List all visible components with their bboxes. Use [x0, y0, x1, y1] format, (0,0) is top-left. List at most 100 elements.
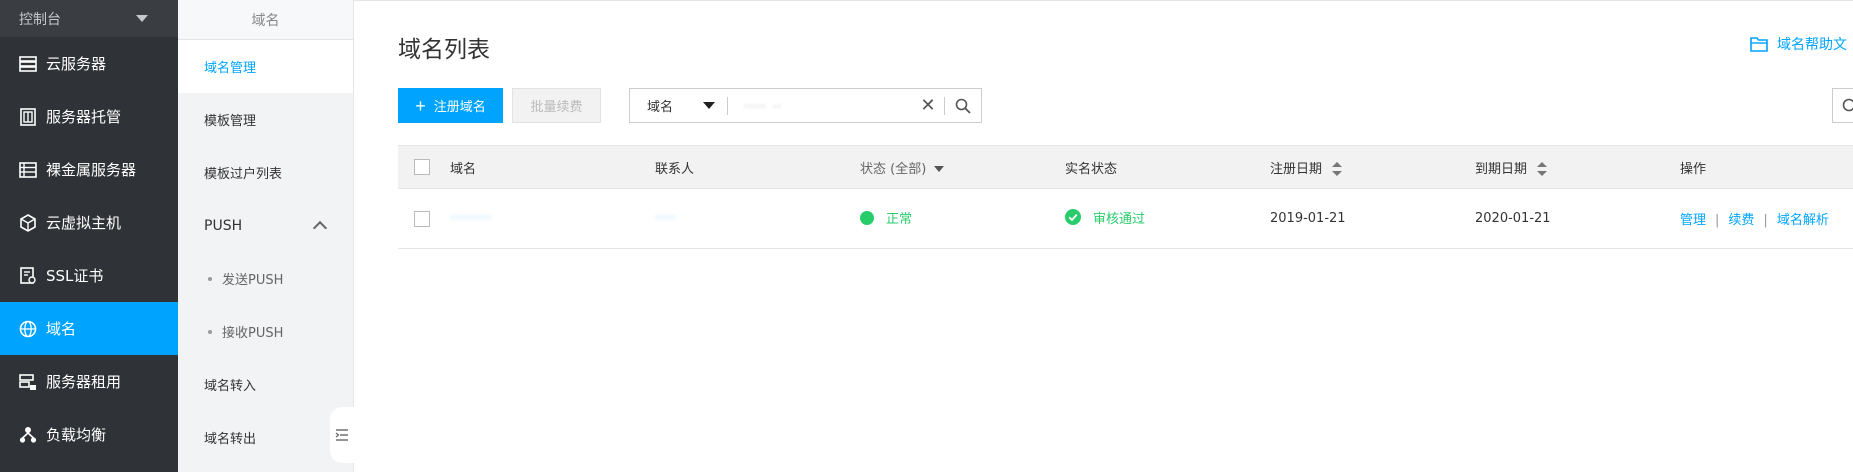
- domain-subnav: 域名 域名管理 模板管理 模板过户列表 PUSH 发送PUSH 接收PUSH 域…: [178, 0, 354, 472]
- search-field-label: 域名: [647, 100, 674, 115]
- cell-domain[interactable]: ··········: [450, 188, 655, 249]
- realname-badge: 审核通过: [1065, 208, 1145, 227]
- contact-name[interactable]: ·····: [655, 211, 676, 226]
- check-circle-icon: [1065, 209, 1081, 226]
- secondary-search-button[interactable]: [1832, 88, 1853, 123]
- subnav-title: 域名: [178, 0, 353, 40]
- cell-exp-date: 2020-01-21: [1475, 188, 1680, 249]
- search-field-select[interactable]: 域名: [630, 96, 728, 115]
- cell-reg-date: 2019-01-21: [1270, 188, 1475, 249]
- table-header-row: 域名 联系人 状态 (全部) 实名状态 注册日期 到期日期 操作: [398, 145, 1853, 189]
- search-icon: [1842, 98, 1853, 111]
- domain-table: 域名 联系人 状态 (全部) 实名状态 注册日期 到期日期 操作 ·······…: [398, 145, 1853, 249]
- status-header-label: 状态 (全部): [860, 161, 927, 177]
- register-domain-button[interactable]: + 注册域名: [398, 88, 503, 123]
- register-domain-label: 注册域名: [433, 99, 486, 114]
- domain-link[interactable]: ··········: [450, 211, 491, 226]
- manage-link[interactable]: 管理: [1680, 213, 1706, 228]
- main-content: 域名列表 域名帮助文 + 注册域名 批量续费 域名 ✕: [354, 0, 1853, 472]
- checkbox[interactable]: [414, 159, 430, 175]
- app-root: 控制台 云服务器 服务器托管 裸金属服务器 云虚拟主机 SSL证书 域名 服务器…: [0, 0, 1853, 472]
- reg-date-header-label: 注册日期: [1270, 161, 1323, 177]
- divider: |: [1715, 213, 1720, 228]
- folder-icon: [1750, 37, 1768, 52]
- subnav-item-send-push[interactable]: 发送PUSH: [178, 252, 353, 305]
- divider: |: [1763, 213, 1768, 228]
- help-link-label: 域名帮助文: [1777, 37, 1847, 53]
- toolbar: + 注册域名 批量续费 域名 ✕: [398, 88, 982, 123]
- search-input[interactable]: [727, 89, 920, 122]
- column-header-reg-date[interactable]: 注册日期: [1270, 145, 1475, 189]
- dns-link[interactable]: 域名解析: [1777, 213, 1829, 228]
- sidebar-item-label: 服务器租用: [46, 373, 122, 391]
- table-row: ·········· ····· 正常 审核通过 2019-01-21 2020…: [398, 188, 1853, 249]
- page-title: 域名列表: [398, 37, 490, 63]
- certificate-icon: [19, 266, 37, 285]
- bullet-icon: [208, 276, 212, 281]
- sidebar-item-label: 服务器托管: [46, 108, 122, 126]
- cube-icon: [19, 213, 37, 232]
- cell-contact: ·····: [655, 188, 860, 249]
- console-selector[interactable]: 控制台: [0, 0, 178, 37]
- subnav-item-receive-push[interactable]: 接收PUSH: [178, 305, 353, 358]
- subnav-group-label: PUSH: [204, 217, 243, 234]
- checkbox[interactable]: [414, 210, 430, 227]
- clear-icon[interactable]: ✕: [920, 95, 936, 116]
- sidebar-item-rental[interactable]: 服务器租用: [0, 355, 178, 408]
- chevron-up-icon: [312, 220, 328, 236]
- collapse-menu-icon: [335, 429, 348, 441]
- sidebar-item-domain[interactable]: 域名: [0, 302, 178, 355]
- domain-help-link[interactable]: 域名帮助文: [1750, 34, 1847, 54]
- hosting-icon: [19, 107, 37, 126]
- collapse-subnav-button[interactable]: [330, 407, 354, 463]
- sidebar-item-label: 裸金属服务器: [46, 161, 137, 179]
- sidebar-item-hosting[interactable]: 服务器托管: [0, 90, 178, 143]
- loadbalance-icon: [19, 426, 37, 444]
- sidebar-item-baremetal[interactable]: 裸金属服务器: [0, 143, 178, 196]
- subnav-item-template-manage[interactable]: 模板管理: [178, 93, 353, 146]
- sidebar-item-label: 负载均衡: [46, 426, 107, 444]
- cell-ops: 管理 | 续费 | 域名解析: [1680, 188, 1853, 249]
- plus-icon: +: [415, 95, 426, 116]
- subnav-item-label: 发送PUSH: [222, 273, 284, 288]
- status-badge: 正常: [860, 208, 912, 227]
- sidebar-item-virtual-host[interactable]: 云虚拟主机: [0, 196, 178, 249]
- sort-icon[interactable]: [1537, 162, 1548, 176]
- cell-realname: 审核通过: [1065, 188, 1270, 249]
- rental-icon: [19, 373, 37, 391]
- row-select[interactable]: [398, 188, 450, 249]
- subnav-item-domain-manage[interactable]: 域名管理: [178, 40, 353, 93]
- server-icon: [19, 55, 37, 73]
- sidebar-item-cloud-server[interactable]: 云服务器: [0, 37, 178, 90]
- bullet-icon: [208, 329, 212, 334]
- status-dot-icon: [860, 210, 874, 225]
- subnav-item-transfer-out[interactable]: 域名转出: [178, 411, 353, 464]
- header-select-all[interactable]: [398, 145, 450, 189]
- sidebar-item-label: 云虚拟主机: [46, 214, 122, 232]
- column-header-realname: 实名状态: [1065, 145, 1270, 189]
- chevron-down-icon: [136, 15, 148, 22]
- renew-link[interactable]: 续费: [1728, 213, 1754, 228]
- sort-icon[interactable]: [1332, 162, 1343, 176]
- sidebar-item-label: SSL证书: [46, 267, 104, 285]
- divider: [354, 0, 1853, 1]
- sidebar-item-label: 域名: [46, 320, 77, 338]
- caret-down-icon: [702, 102, 715, 109]
- column-header-status[interactable]: 状态 (全部): [860, 145, 1065, 189]
- search-button[interactable]: [953, 95, 973, 117]
- subnav-item-template-transfer[interactable]: 模板过户列表: [178, 146, 353, 199]
- batch-renew-button[interactable]: 批量续费: [512, 88, 601, 123]
- column-header-ops: 操作: [1680, 145, 1853, 189]
- sidebar-item-loadbalance[interactable]: 负载均衡: [0, 408, 178, 461]
- sidebar-item-ssl[interactable]: SSL证书: [0, 249, 178, 302]
- exp-date-header-label: 到期日期: [1475, 161, 1528, 177]
- subnav-item-transfer-in[interactable]: 域名转入: [178, 358, 353, 411]
- search-box: 域名 ✕: [629, 88, 982, 123]
- subnav-group-push[interactable]: PUSH: [178, 199, 353, 252]
- status-text: 正常: [886, 212, 913, 228]
- globe-icon: [19, 320, 37, 338]
- filter-dropdown-icon[interactable]: [934, 166, 945, 172]
- column-header-contact: 联系人: [655, 145, 860, 189]
- baremetal-icon: [19, 161, 37, 179]
- column-header-exp-date[interactable]: 到期日期: [1475, 145, 1680, 189]
